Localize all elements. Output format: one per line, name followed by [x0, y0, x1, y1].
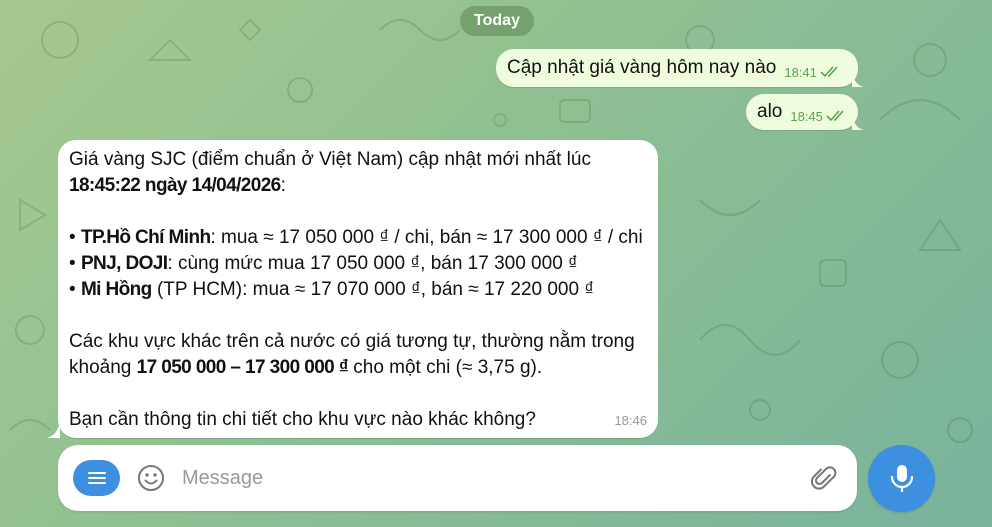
bubble-tail — [852, 114, 864, 130]
message-line: 18:45:22 ngày 14/04/2026: — [69, 175, 286, 196]
bullet-item: • Mi Hồng (TP HCM): mua ≈ 17 070 000 ₫, … — [69, 279, 595, 300]
message-time: 18:41 — [784, 64, 817, 80]
message-time: 18:46 — [614, 413, 647, 428]
bullet-item: • PNJ, DOJI: cùng mức mua 17 050 000 ₫, … — [69, 253, 578, 274]
message-line: Giá vàng SJC (điểm chuẩn ở Việt Nam) cập… — [69, 149, 591, 170]
message-composer — [58, 445, 857, 511]
attach-button[interactable] — [810, 464, 838, 497]
menu-icon — [87, 472, 106, 484]
bot-menu-button[interactable] — [73, 460, 120, 496]
voice-message-button[interactable] — [868, 445, 935, 512]
message-text: alo — [757, 101, 783, 122]
date-separator: Today — [460, 6, 534, 36]
paperclip-icon — [810, 466, 837, 490]
emoji-icon — [138, 465, 164, 491]
incoming-message[interactable]: Giá vàng SJC (điểm chuẩn ở Việt Nam) cập… — [58, 140, 658, 438]
microphone-icon — [890, 464, 913, 492]
outgoing-message[interactable]: Cập nhật giá vàng hôm nay nào 18:41 — [496, 49, 858, 87]
double-check-icon — [820, 66, 838, 78]
bullet-item: • TP.Hồ Chí Minh: mua ≈ 17 050 000 ₫ / c… — [69, 227, 643, 248]
message-meta: 18:41 — [784, 65, 842, 80]
bubble-tail — [852, 71, 864, 87]
bubble-tail — [46, 420, 60, 438]
message-time: 18:45 — [790, 108, 823, 124]
emoji-button[interactable] — [137, 464, 165, 497]
message-meta: 18:45 — [790, 109, 848, 124]
message-line: Bạn cần thông tin chi tiết cho khu vực n… — [69, 409, 536, 430]
message-input[interactable] — [182, 465, 782, 491]
outgoing-message[interactable]: alo 18:45 — [746, 94, 858, 130]
message-text: Cập nhật giá vàng hôm nay nào — [507, 57, 777, 78]
double-check-icon — [826, 110, 844, 122]
message-line: khoảng 17 050 000 – 17 300 000 ₫ cho một… — [69, 357, 543, 378]
message-line: Các khu vực khác trên cả nước có giá tươ… — [69, 331, 635, 352]
